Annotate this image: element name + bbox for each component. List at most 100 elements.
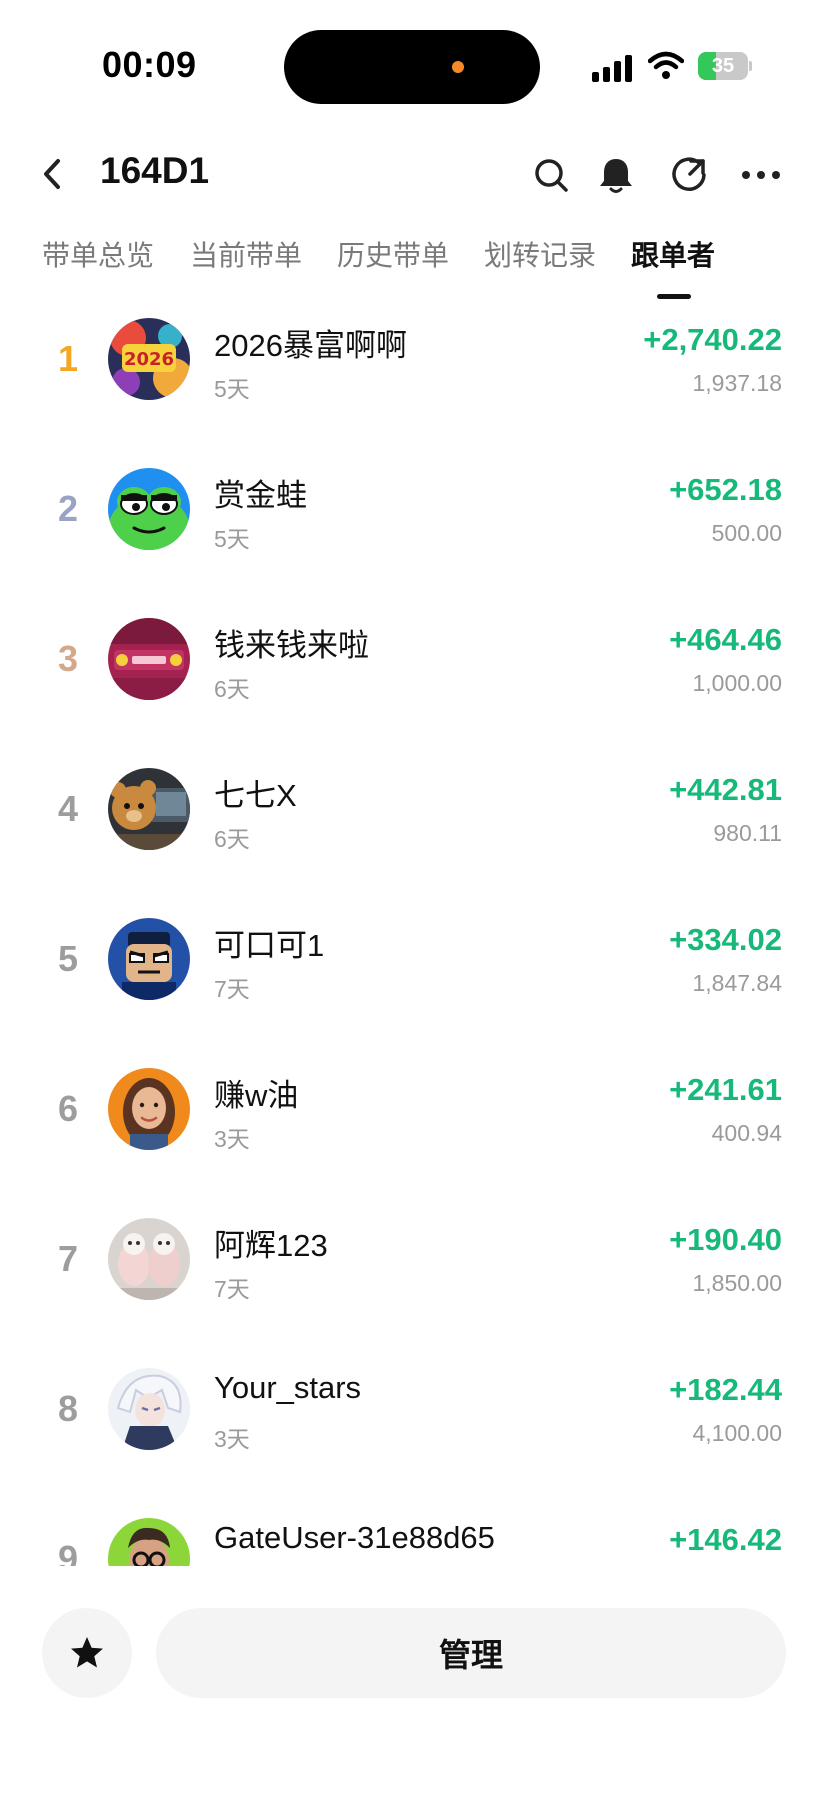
more-icon xyxy=(742,171,780,179)
follower-name: 赏金蛙 xyxy=(214,478,307,513)
follower-name: GateUser-31e88d65 xyxy=(214,1520,495,1555)
active-tab-indicator xyxy=(657,294,691,299)
status-bar: 00:09 35 xyxy=(0,0,828,130)
follower-profit: +182.44 xyxy=(669,1372,782,1407)
list-item[interactable]: 4 七七X 6天 +442.81 980.11 xyxy=(0,750,828,900)
rank-number: 7 xyxy=(57,1238,79,1279)
avatar[interactable] xyxy=(108,768,190,850)
rank-number: 1 xyxy=(57,338,79,379)
avatar-cats xyxy=(108,1218,190,1300)
list-item[interactable]: 5 可口可1 7天 +334.02 1,847.84 xyxy=(0,900,828,1050)
follower-name: 七七X xyxy=(214,778,297,813)
signal-icon xyxy=(592,54,634,82)
favorite-button[interactable] xyxy=(42,1608,132,1698)
follower-profit: +652.18 xyxy=(669,472,782,507)
follower-name: 可口可1 xyxy=(214,928,325,963)
rank-number: 4 xyxy=(57,788,79,829)
notification-button[interactable] xyxy=(593,152,639,198)
star-icon xyxy=(71,1637,103,1668)
avatar[interactable] xyxy=(108,618,190,700)
bell-icon xyxy=(600,159,632,193)
avatar-cartoon-man xyxy=(108,918,190,1000)
battery-level: 35 xyxy=(711,55,735,77)
avatar[interactable] xyxy=(108,1218,190,1300)
more-button[interactable] xyxy=(738,152,784,198)
wifi-icon xyxy=(647,50,685,80)
follower-amount: 500.00 xyxy=(711,520,782,546)
follower-amount: 980.11 xyxy=(713,820,782,846)
tab-overview[interactable]: 带单总览 xyxy=(42,234,154,274)
follower-profit: +2,740.22 xyxy=(643,322,782,357)
follower-profit: +464.46 xyxy=(669,622,782,657)
follower-name: 钱来钱来啦 xyxy=(214,628,369,663)
follower-profit: +442.81 xyxy=(669,772,782,807)
follower-profit: +241.61 xyxy=(669,1072,782,1107)
share-button[interactable] xyxy=(666,152,712,198)
status-time: 00:09 xyxy=(102,44,197,85)
rank-number: 2 xyxy=(57,488,79,529)
rank-number: 9 xyxy=(57,1538,79,1566)
rank-number: 8 xyxy=(57,1388,79,1429)
follow-days: 7天 xyxy=(214,976,250,1002)
list-item[interactable]: 9 GateUser-31e88d65 +146.42 xyxy=(0,1500,828,1566)
follow-days: 6天 xyxy=(214,676,250,702)
avatar-glasses-man xyxy=(108,1518,190,1566)
follow-days: 3天 xyxy=(214,1126,250,1152)
avatar[interactable] xyxy=(108,1368,190,1450)
battery-icon: 35 xyxy=(698,52,752,80)
follow-days: 3天 xyxy=(214,1426,250,1452)
list-item[interactable]: 2 赏金蛙 5天 +652.18 500.00 xyxy=(0,450,828,600)
avatar[interactable]: 2026 xyxy=(108,318,190,400)
list-item[interactable]: 1 2026 2026暴富啊啊 5天 +2,740.22 1,937.18 xyxy=(0,300,828,450)
follow-days: 7天 xyxy=(214,1276,250,1302)
follower-name: 阿辉123 xyxy=(214,1228,328,1263)
avatar[interactable] xyxy=(108,1518,190,1566)
back-chevron-icon xyxy=(44,159,60,189)
follower-amount: 400.94 xyxy=(711,1120,782,1146)
search-icon xyxy=(535,159,568,192)
follower-name: Your_stars xyxy=(214,1370,362,1405)
avatar-frog xyxy=(108,468,190,550)
follower-profit: +334.02 xyxy=(669,922,782,957)
follower-amount: 1,850.00 xyxy=(692,1270,782,1296)
nav-bar: 164D1 xyxy=(0,140,828,210)
follower-profit: +190.40 xyxy=(669,1222,782,1257)
avatar[interactable] xyxy=(108,918,190,1000)
avatar-bear xyxy=(108,768,190,850)
follower-amount: 1,937.18 xyxy=(692,370,782,396)
rank-number: 3 xyxy=(57,638,79,679)
list-item[interactable]: 3 钱来钱来啦 6天 +464.46 1,000.00 xyxy=(0,600,828,750)
follower-amount: 1,847.84 xyxy=(692,970,782,996)
tab-bar: 带单总览 当前带单 历史带单 划转记录 跟单者 xyxy=(0,234,828,304)
back-button[interactable] xyxy=(30,152,74,196)
tab-current[interactable]: 当前带单 xyxy=(190,234,302,274)
list-item[interactable]: 6 赚w油 3天 +241.61 400.94 xyxy=(0,1050,828,1200)
avatar-anime xyxy=(108,1368,190,1450)
search-button[interactable] xyxy=(528,152,574,198)
avatar[interactable] xyxy=(108,1068,190,1150)
avatar-woman xyxy=(108,1068,190,1150)
avatar[interactable] xyxy=(108,468,190,550)
avatar-2026: 2026 xyxy=(108,318,190,400)
dynamic-island xyxy=(284,30,540,104)
follower-name: 赚w油 xyxy=(214,1078,299,1113)
tab-transfers[interactable]: 划转记录 xyxy=(484,234,596,274)
rank-number: 5 xyxy=(57,938,79,979)
avatar-fortune xyxy=(108,618,190,700)
follower-list[interactable]: 1 2026 2026暴富啊啊 5天 +2,740.22 1,937.18 2 xyxy=(0,300,828,1566)
recording-indicator xyxy=(452,61,464,73)
manage-button[interactable]: 管理 xyxy=(156,1608,786,1698)
list-item[interactable]: 7 阿辉123 7天 +190.40 1,850.00 xyxy=(0,1200,828,1350)
follow-days: 6天 xyxy=(214,826,250,852)
list-item[interactable]: 8 Your_stars 3天 +182.44 4,100.00 xyxy=(0,1350,828,1500)
follower-profit: +146.42 xyxy=(669,1522,782,1557)
rank-number: 6 xyxy=(57,1088,79,1129)
share-icon xyxy=(672,157,706,191)
tab-history[interactable]: 历史带单 xyxy=(337,234,449,274)
follow-days: 5天 xyxy=(214,526,250,552)
follower-name: 2026暴富啊啊 xyxy=(214,328,407,363)
bottom-action-bar: 管理 xyxy=(0,1566,828,1801)
follower-amount: 4,100.00 xyxy=(692,1420,782,1446)
tab-followers[interactable]: 跟单者 xyxy=(631,234,715,274)
page-title: 164D1 xyxy=(100,150,210,191)
